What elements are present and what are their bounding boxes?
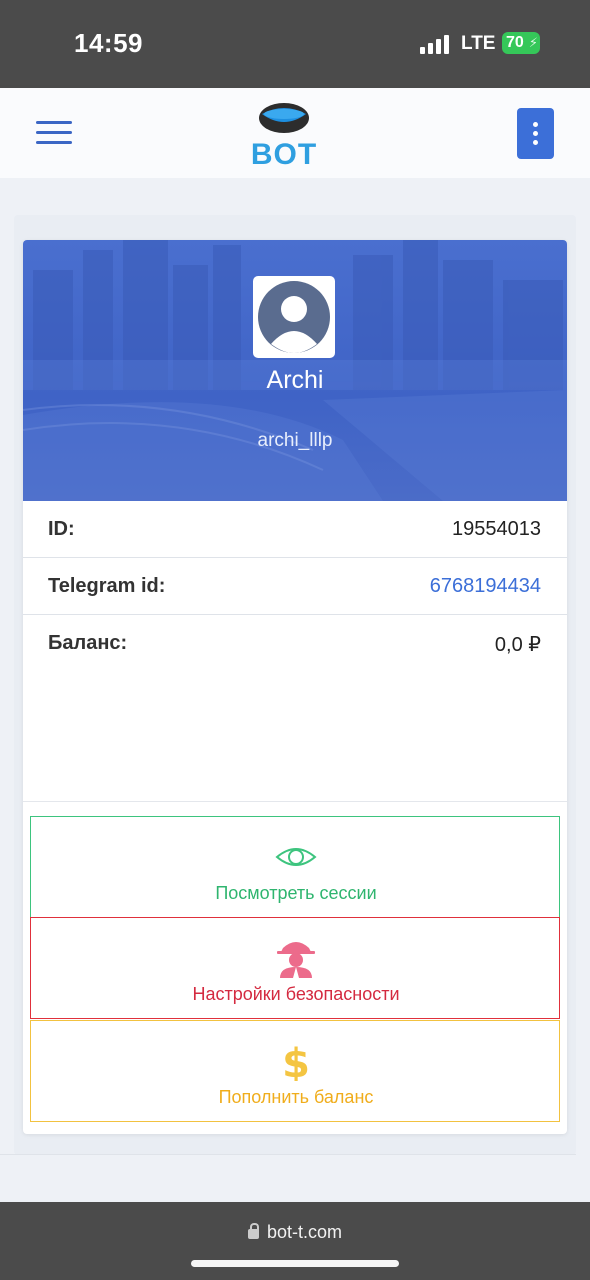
divider bbox=[23, 801, 567, 802]
more-options-button[interactable] bbox=[517, 108, 554, 159]
top-up-balance-button[interactable]: $ Пополнить баланс bbox=[30, 1020, 560, 1122]
id-value: 19554013 bbox=[452, 518, 541, 540]
charging-icon: ⚡ bbox=[528, 35, 538, 50]
top-up-balance-label: Пополнить баланс bbox=[218, 1087, 374, 1107]
network-label: LTE bbox=[461, 33, 496, 54]
battery-icon: 70 ⚡ bbox=[502, 32, 540, 54]
browser-address-bar[interactable]: bot-t.com bbox=[0, 1202, 590, 1280]
telegram-id-row: Telegram id: 6768194434 bbox=[23, 558, 567, 615]
svg-text:$: $ bbox=[282, 1041, 310, 1081]
balance-label: Баланс: bbox=[48, 632, 128, 654]
status-time: 14:59 bbox=[74, 28, 143, 58]
status-bar: 14:59 LTE 70 ⚡ bbox=[0, 0, 590, 88]
user-handle: archi_lllp bbox=[257, 430, 333, 451]
bot-logo[interactable]: BOT bbox=[246, 100, 322, 174]
site-header: BOT bbox=[0, 88, 590, 178]
profile-card: Archi archi_lllp ID: 19554013 Telegram i… bbox=[23, 240, 567, 1134]
lock-icon bbox=[247, 1223, 259, 1239]
user-icon bbox=[258, 281, 330, 353]
profile-banner: Archi archi_lllp bbox=[23, 240, 567, 501]
logo-text: BOT bbox=[250, 138, 318, 171]
telegram-id-label: Telegram id: bbox=[48, 575, 166, 597]
logo-eye-icon bbox=[259, 103, 309, 133]
view-sessions-button[interactable]: Посмотреть сессии bbox=[30, 816, 560, 918]
security-settings-label: Настройки безопасности bbox=[192, 984, 400, 1004]
battery-level: 70 bbox=[506, 34, 524, 51]
avatar bbox=[253, 276, 335, 358]
telegram-id-link[interactable]: 6768194434 bbox=[430, 575, 541, 598]
spy-icon bbox=[277, 942, 315, 978]
balance-row: Баланс: 0,0 ₽ bbox=[23, 615, 567, 672]
signal-icon bbox=[420, 34, 452, 54]
security-settings-button[interactable]: Настройки безопасности bbox=[30, 917, 560, 1019]
footer-divider bbox=[0, 1154, 576, 1155]
dollar-icon: $ bbox=[282, 1041, 310, 1081]
eye-icon bbox=[275, 848, 317, 866]
view-sessions-label: Посмотреть сессии bbox=[215, 883, 377, 903]
url-field[interactable]: bot-t.com bbox=[0, 1222, 590, 1243]
user-name: Archi bbox=[266, 366, 324, 394]
menu-button[interactable] bbox=[36, 119, 72, 145]
balance-value: 0,0 ₽ bbox=[494, 634, 541, 656]
url-text: bot-t.com bbox=[266, 1222, 343, 1242]
home-indicator[interactable] bbox=[191, 1260, 399, 1267]
id-label: ID: bbox=[48, 518, 75, 540]
id-row: ID: 19554013 bbox=[23, 501, 567, 558]
